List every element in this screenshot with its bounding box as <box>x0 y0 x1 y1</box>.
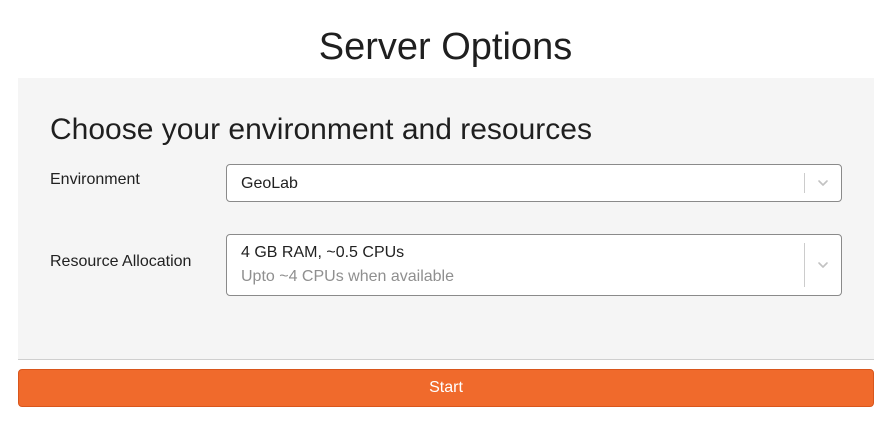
chevron-down-icon[interactable] <box>805 235 841 295</box>
page-title: Server Options <box>318 26 573 68</box>
panel-heading: Choose your environment and resources <box>50 113 592 146</box>
environment-label: Environment <box>50 171 140 188</box>
server-options-page: Server Options Choose your environment a… <box>0 0 891 422</box>
start-button[interactable]: Start <box>18 369 874 407</box>
resource-allocation-selected-value: 4 GB RAM, ~0.5 CPUs <box>241 244 405 261</box>
environment-selected-value: GeoLab <box>241 175 298 192</box>
options-panel: Choose your environment and resources En… <box>18 78 874 360</box>
resource-allocation-select[interactable]: 4 GB RAM, ~0.5 CPUs Upto ~4 CPUs when av… <box>226 234 842 296</box>
resource-allocation-description: Upto ~4 CPUs when available <box>241 268 455 285</box>
environment-select[interactable]: GeoLab <box>226 164 842 202</box>
chevron-down-icon[interactable] <box>805 165 841 201</box>
resource-allocation-label: Resource Allocation <box>50 253 192 270</box>
